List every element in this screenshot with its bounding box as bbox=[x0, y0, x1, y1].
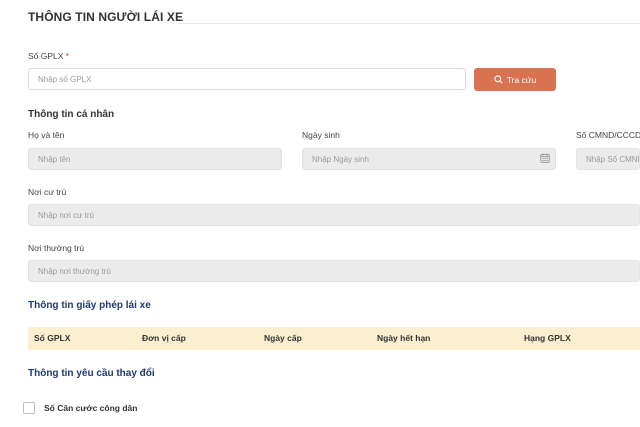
citizen-id-checkbox[interactable] bbox=[23, 402, 35, 414]
name-input[interactable]: Nhập tên bbox=[28, 148, 282, 170]
search-icon bbox=[494, 75, 503, 84]
section-title: THÔNG TIN NGƯỜI LÁI XE bbox=[28, 10, 184, 24]
section-divider bbox=[178, 23, 640, 24]
column-expiry-date: Ngày hết hạn bbox=[377, 333, 431, 343]
name-label: Họ và tên bbox=[28, 130, 65, 140]
calendar-icon[interactable] bbox=[540, 153, 550, 163]
dob-input[interactable]: Nhập Ngày sinh bbox=[302, 148, 556, 170]
dob-label: Ngày sinh bbox=[302, 130, 340, 140]
personal-info-heading: Thông tin cá nhân bbox=[28, 109, 115, 120]
id-number-label: Số CMND/CCCD bbox=[576, 130, 640, 140]
citizen-id-checkbox-label[interactable]: Số Căn cước công dân bbox=[44, 403, 137, 413]
residence-input[interactable]: Nhập nơi cư trú bbox=[28, 204, 640, 226]
column-issuer: Đơn vị cấp bbox=[142, 333, 186, 343]
column-issue-date: Ngày cấp bbox=[264, 333, 302, 343]
license-number-label-text: Số GPLX bbox=[28, 51, 64, 61]
column-license-number: Số GPLX bbox=[34, 333, 71, 343]
search-button-label: Tra cứu bbox=[506, 74, 537, 85]
license-table-header: Số GPLX Đơn vị cấp Ngày cấp Ngày hết hạn… bbox=[28, 327, 640, 350]
column-license-class: Hạng GPLX bbox=[524, 333, 571, 343]
license-number-input[interactable]: Nhập số GPLX bbox=[28, 68, 466, 90]
search-button[interactable]: Tra cứu bbox=[474, 68, 556, 91]
license-number-label: Số GPLX * bbox=[28, 51, 69, 61]
residence-label: Nơi cư trú bbox=[28, 187, 67, 197]
license-info-heading: Thông tin giấy phép lái xe bbox=[28, 300, 151, 311]
permanent-residence-label: Nơi thường trú bbox=[28, 243, 85, 253]
required-mark: * bbox=[65, 51, 69, 61]
permanent-residence-input[interactable]: Nhập nơi thường trú bbox=[28, 260, 640, 282]
change-request-heading: Thông tin yêu cầu thay đổi bbox=[28, 368, 155, 379]
id-number-input[interactable]: Nhập Số CMND/CCCD bbox=[576, 148, 640, 170]
